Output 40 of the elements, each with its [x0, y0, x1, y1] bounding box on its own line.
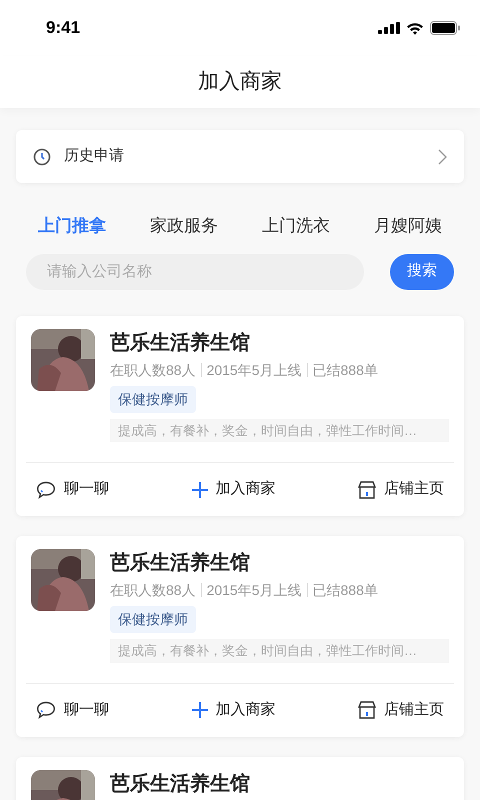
plus-icon: [192, 702, 208, 718]
page-title: 加入商家: [198, 69, 282, 96]
merchant-description: 提成高，有餐补，奖金，时间自由，弹性工作时间…: [110, 639, 449, 662]
merchant-stat: 在职人数88人: [110, 360, 196, 380]
merchant-stat: 2015年5月上线: [206, 581, 302, 600]
battery-icon: [430, 21, 460, 35]
card-action-button[interactable]: 店铺主页: [358, 478, 444, 501]
search-button[interactable]: 搜索: [390, 254, 454, 290]
merchant-description: 提成高，有餐补，奖金，时间自由，弹性工作时间…: [110, 418, 449, 442]
card-action-button[interactable]: 加入商家: [192, 698, 276, 722]
category-tab[interactable]: 上门洗衣: [262, 213, 330, 238]
plus-icon: [192, 482, 208, 498]
chat-bubble-icon: [36, 480, 56, 498]
merchant-stat: 已结888单: [312, 360, 378, 380]
history-label: 历史申请: [64, 146, 124, 166]
skill-tag: 保健按摩师: [110, 386, 196, 412]
category-tab[interactable]: 上门推拿: [38, 213, 106, 238]
merchant-name: 芭乐生活养生馆: [110, 772, 251, 796]
category-tab[interactable]: 家政服务: [150, 213, 218, 238]
store-icon: [358, 480, 376, 498]
card-action-button[interactable]: 加入商家: [192, 478, 276, 501]
history-row[interactable]: 历史申请: [16, 130, 464, 183]
merchant-name: 芭乐生活养生馆: [110, 550, 251, 576]
merchant-stat: 在职人数88人: [110, 581, 196, 600]
skill-tag: 保健按摩师: [110, 606, 196, 633]
status-time: 9:41: [46, 17, 80, 40]
card-action-button[interactable]: 聊一聊: [36, 478, 109, 501]
merchant-stat: 2015年5月上线: [206, 360, 302, 380]
wifi-icon: [406, 22, 424, 34]
signal-icon: [378, 22, 400, 34]
chevron-right-icon: [438, 148, 447, 164]
clock-icon: [33, 148, 51, 166]
store-icon: [358, 701, 376, 719]
chat-bubble-icon: [36, 701, 56, 719]
search-field[interactable]: 请输入公司名称: [26, 254, 364, 290]
card-action-button[interactable]: 店铺主页: [358, 698, 444, 722]
card-action-button[interactable]: 聊一聊: [36, 698, 109, 722]
category-tab[interactable]: 月嫂阿姨: [374, 213, 442, 238]
merchant-name: 芭乐生活养生馆: [110, 330, 251, 356]
merchant-stat: 已结888单: [312, 581, 378, 600]
